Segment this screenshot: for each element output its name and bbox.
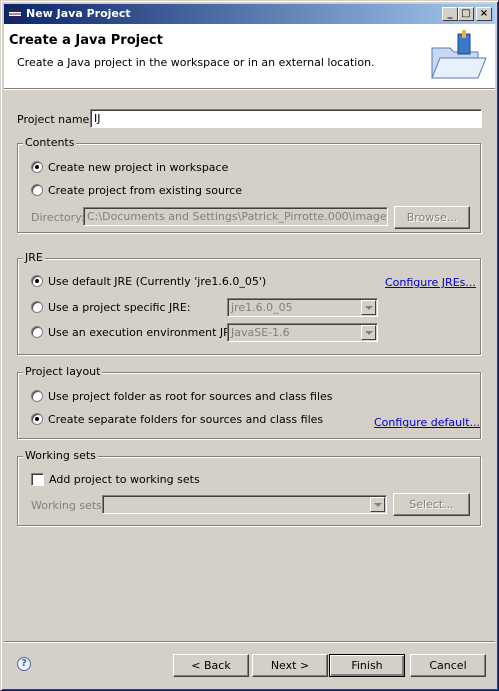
project-name-label: Project name: xyxy=(17,113,94,126)
browse-button[interactable]: Browse... xyxy=(394,206,470,229)
directory-label: Directory: xyxy=(31,211,85,224)
from-existing-radio[interactable] xyxy=(31,184,43,196)
new-java-project-dialog: New Java Project _ □ × Create a Java Pro… xyxy=(0,0,499,691)
layout-separate-label[interactable]: Create separate folders for sources and … xyxy=(48,413,323,426)
specific-jre-radio[interactable] xyxy=(31,301,43,313)
directory-input[interactable]: C:\Documents and Settings\Patrick_Pirrot… xyxy=(83,207,388,226)
page-description: Create a Java project in the workspace o… xyxy=(17,56,375,69)
banner-divider xyxy=(4,89,495,90)
working-sets-select[interactable] xyxy=(102,495,387,514)
env-jre-select[interactable]: JavaSE-1.6 xyxy=(227,323,378,342)
jre-group-title: JRE xyxy=(23,251,45,264)
default-jre-label[interactable]: Use default JRE (Currently 'jre1.6.0_05'… xyxy=(48,275,266,288)
wizard-banner: Create a Java Project Create a Java proj… xyxy=(4,24,495,89)
create-new-label[interactable]: Create new project in workspace xyxy=(48,161,228,174)
specific-jre-select[interactable]: jre1.6.0_05 xyxy=(227,298,378,317)
env-jre-label[interactable]: Use an execution environment JRE: xyxy=(48,326,241,339)
chevron-down-icon[interactable] xyxy=(361,300,376,315)
maximize-button[interactable]: □ xyxy=(458,7,474,21)
select-working-sets-button[interactable]: Select... xyxy=(393,493,470,516)
java-project-folder-icon xyxy=(431,30,487,79)
layout-root-radio[interactable] xyxy=(31,390,43,402)
minimize-button[interactable]: _ xyxy=(442,7,458,21)
project-name-input[interactable]: IJ xyxy=(90,109,482,128)
add-to-working-sets-checkbox[interactable] xyxy=(31,473,44,486)
layout-separate-radio[interactable] xyxy=(31,413,43,425)
layout-root-label[interactable]: Use project folder as root for sources a… xyxy=(48,390,333,403)
title-bar[interactable]: New Java Project _ □ × xyxy=(4,4,495,24)
help-icon[interactable]: ? xyxy=(17,657,31,671)
working-sets-group-title: Working sets xyxy=(23,449,98,462)
close-button[interactable]: × xyxy=(476,7,492,21)
from-existing-label[interactable]: Create project from existing source xyxy=(48,184,242,197)
configure-default-link[interactable]: Configure default... xyxy=(374,416,480,429)
configure-jres-link[interactable]: Configure JREs... xyxy=(385,276,476,289)
working-sets-label: Working sets: xyxy=(31,499,106,512)
env-jre-radio[interactable] xyxy=(31,326,43,338)
next-button[interactable]: Next > xyxy=(252,654,328,677)
chevron-down-icon[interactable] xyxy=(361,325,376,340)
specific-jre-label[interactable]: Use a project specific JRE: xyxy=(48,301,191,314)
project-layout-group-title: Project layout xyxy=(23,365,103,378)
create-new-radio[interactable] xyxy=(31,161,43,173)
cancel-button[interactable]: Cancel xyxy=(410,654,486,677)
back-button[interactable]: < Back xyxy=(173,654,249,677)
env-jre-value: JavaSE-1.6 xyxy=(231,326,290,339)
window-title: New Java Project xyxy=(26,7,131,20)
default-jre-radio[interactable] xyxy=(31,275,43,287)
page-title: Create a Java Project xyxy=(9,33,163,48)
specific-jre-value: jre1.6.0_05 xyxy=(231,301,293,314)
footer-divider xyxy=(4,641,495,643)
eclipse-icon xyxy=(8,7,22,21)
finish-button[interactable]: Finish xyxy=(329,654,405,677)
add-to-working-sets-label[interactable]: Add project to working sets xyxy=(49,473,200,486)
contents-group-title: Contents xyxy=(23,136,77,149)
chevron-down-icon[interactable] xyxy=(370,497,385,512)
